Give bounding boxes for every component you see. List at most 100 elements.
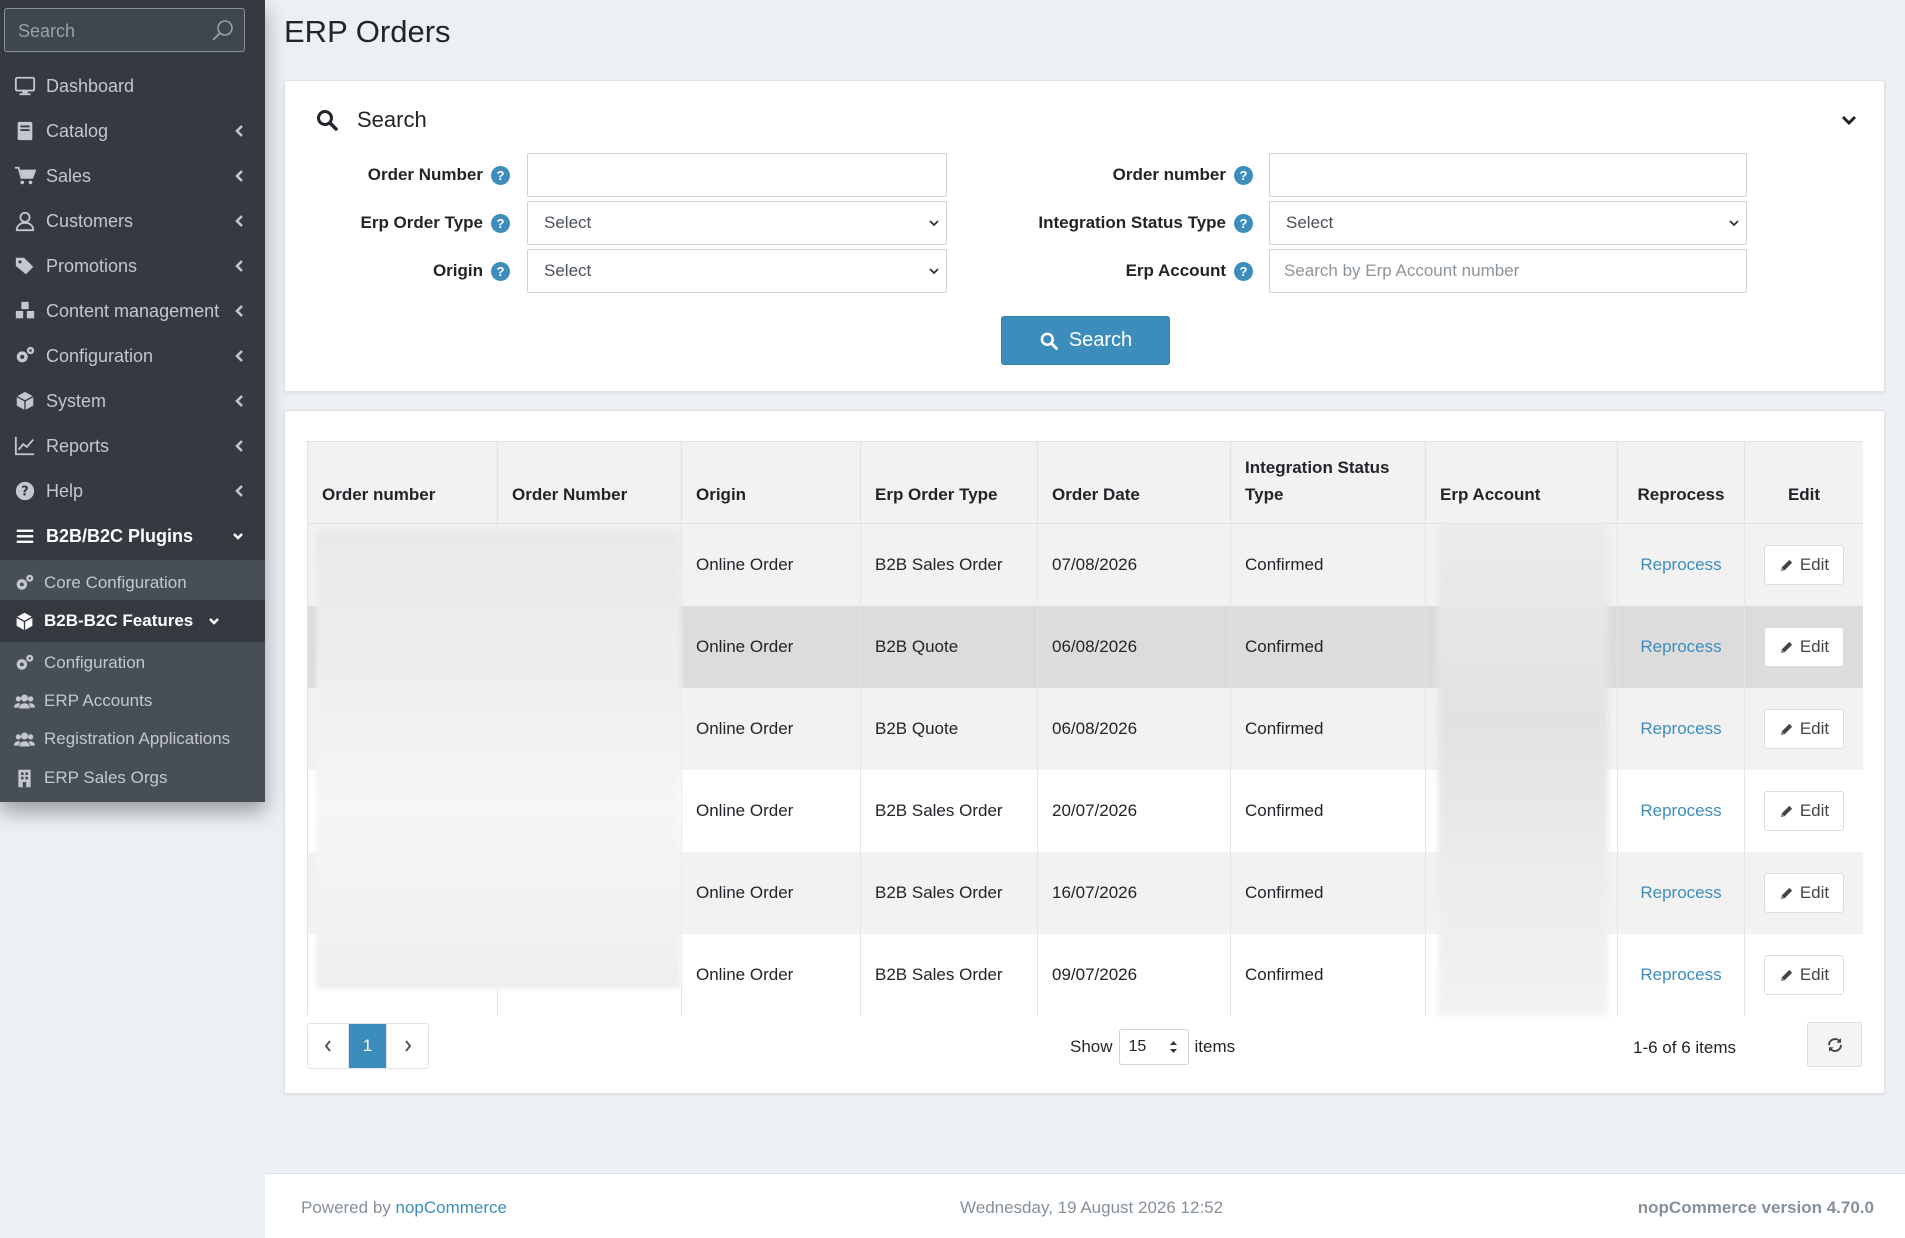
edit-button[interactable]: Edit	[1764, 627, 1844, 667]
column-header-origin[interactable]: Origin	[682, 442, 861, 524]
cube-icon	[11, 611, 37, 631]
page-size-select[interactable]: 15	[1118, 1029, 1189, 1065]
sidebar-subitem-configuration[interactable]: Configuration	[0, 644, 265, 682]
cell-order-date: 20/07/2026	[1038, 770, 1231, 852]
book-icon	[12, 120, 38, 142]
tags-icon	[12, 255, 38, 277]
chevron-left-icon	[235, 260, 243, 272]
sidebar-item-catalog[interactable]: Catalog	[0, 109, 265, 153]
help-icon[interactable]: ?	[1234, 213, 1253, 233]
cell-order-date: 06/08/2026	[1038, 688, 1231, 770]
sort-arrows-icon	[1169, 1041, 1177, 1053]
sidebar-item-label: Promotions	[46, 255, 138, 276]
sidebar-subitem-core-configuration[interactable]: Core Configuration	[0, 564, 265, 602]
edit-button-label: Edit	[1799, 719, 1830, 738]
help-icon[interactable]: ?	[1234, 261, 1253, 281]
monitor-icon	[12, 75, 38, 97]
reprocess-link[interactable]: Reprocess	[1640, 965, 1721, 985]
prev-page-button[interactable]	[308, 1024, 349, 1068]
edit-button[interactable]: Edit	[1764, 545, 1844, 585]
sidebar-item-customers[interactable]: Customers	[0, 199, 265, 243]
footer-datetime: Wednesday, 19 August 2026 12:52	[960, 1198, 1224, 1217]
edit-button[interactable]: Edit	[1764, 873, 1844, 913]
sidebar-item-promotions[interactable]: Promotions	[0, 244, 265, 288]
nopcommerce-link[interactable]: nopCommerce	[396, 1198, 508, 1217]
column-header-reprocess: Reprocess	[1618, 442, 1745, 524]
refresh-button[interactable]	[1807, 1022, 1862, 1067]
chevron-down-icon	[233, 533, 243, 540]
origin-select[interactable]: Select	[527, 249, 947, 293]
edit-button[interactable]: Edit	[1764, 791, 1844, 831]
column-header-erp-account[interactable]: Erp Account	[1426, 442, 1618, 524]
chevron-left-icon	[235, 305, 243, 317]
edit-button[interactable]: Edit	[1764, 709, 1844, 749]
reprocess-link[interactable]: Reprocess	[1640, 637, 1721, 657]
search-icon	[317, 110, 338, 131]
order-number-right-input[interactable]	[1269, 153, 1747, 197]
sidebar-subitem-erp-sales-orgs[interactable]: ERP Sales Orgs	[0, 759, 265, 797]
sidebar-item-content-management[interactable]: Content management	[0, 289, 265, 333]
search-icon[interactable]	[211, 18, 235, 42]
chevron-down-icon[interactable]	[1840, 111, 1858, 129]
cell-erp-order-type: B2B Quote	[861, 688, 1038, 770]
sidebar-item-b2b-plugins[interactable]: B2B/B2C Plugins	[0, 514, 265, 558]
help-icon[interactable]: ?	[491, 213, 510, 233]
sidebar-item-sales[interactable]: Sales	[0, 154, 265, 198]
cell-reprocess: Reprocess	[1618, 524, 1745, 606]
sidebar-subitem-erp-accounts[interactable]: ERP Accounts	[0, 682, 265, 720]
cell-reprocess: Reprocess	[1618, 770, 1745, 852]
sidebar-subitem-b2b-b2c-features[interactable]: B2B-B2C Features	[0, 600, 265, 642]
footer: Powered by nopCommerce Wednesday, 19 Aug…	[265, 1173, 1905, 1238]
sidebar-item-configuration[interactable]: Configuration	[0, 334, 265, 378]
sidebar-subitem-registration-applications[interactable]: Registration Applications	[0, 720, 265, 758]
column-header-erp-order-type[interactable]: Erp Order Type	[861, 442, 1038, 524]
sidebar-item-label: Catalog	[46, 120, 109, 141]
column-header-order-number-2[interactable]: Order Number	[498, 442, 682, 524]
cell-edit: Edit	[1745, 606, 1863, 688]
sidebar-item-reports[interactable]: Reports	[0, 424, 265, 468]
sidebar-subitem-label: Registration Applications	[44, 729, 231, 748]
cell-integration-status: Confirmed	[1231, 852, 1426, 934]
search-panel: Search Order Number? Erp Order Type? Sel…	[284, 80, 1885, 392]
page-button-1[interactable]: 1	[349, 1024, 387, 1068]
sidebar-item-system[interactable]: System	[0, 379, 265, 423]
search-panel-header[interactable]: Search	[315, 107, 427, 133]
table-header: Order number Order Number Origin Erp Ord…	[308, 442, 1863, 524]
column-header-order-date[interactable]: Order Date	[1038, 442, 1231, 524]
sidebar-search[interactable]: Search	[4, 8, 245, 52]
help-icon[interactable]: ?	[1234, 165, 1253, 185]
search-button[interactable]: Search	[1001, 316, 1170, 365]
integration-status-type-value: Select	[1286, 213, 1334, 232]
page-size-control: Show 15 items	[1070, 1029, 1235, 1065]
cell-integration-status: Confirmed	[1231, 688, 1426, 770]
order-number-input[interactable]	[527, 153, 947, 197]
cell-reprocess: Reprocess	[1618, 934, 1745, 1016]
users-icon	[11, 691, 37, 711]
reprocess-link[interactable]: Reprocess	[1640, 801, 1721, 821]
reprocess-link[interactable]: Reprocess	[1640, 555, 1721, 575]
integration-status-type-select[interactable]: Select	[1269, 201, 1747, 245]
sidebar-item-help[interactable]: ? Help	[0, 469, 265, 513]
redacted-order-numbers	[316, 530, 681, 989]
sidebar-subitem-label: B2B-B2C Features	[44, 611, 194, 630]
next-page-button[interactable]	[387, 1024, 428, 1068]
chevron-left-icon	[235, 485, 243, 497]
chevron-down-icon	[1729, 220, 1739, 227]
search-panel-title: Search	[357, 107, 427, 132]
reprocess-link[interactable]: Reprocess	[1640, 883, 1721, 903]
chevron-left-icon	[235, 440, 243, 452]
edit-button[interactable]: Edit	[1764, 955, 1844, 995]
erp-order-type-select[interactable]: Select	[527, 201, 947, 245]
sidebar-item-label: System	[46, 390, 107, 411]
erp-account-input[interactable]: Search by Erp Account number	[1269, 249, 1747, 293]
sidebar-item-dashboard[interactable]: Dashboard	[0, 64, 265, 108]
help-icon[interactable]: ?	[491, 261, 510, 281]
reprocess-link[interactable]: Reprocess	[1640, 719, 1721, 739]
sidebar-item-label: B2B/B2C Plugins	[46, 525, 194, 546]
column-header-order-number[interactable]: Order number	[308, 442, 498, 524]
pagination-info: 1-6 of 6 items	[1633, 1038, 1736, 1057]
help-icon[interactable]: ?	[491, 165, 510, 185]
cube-icon	[12, 390, 38, 412]
cell-order-date: 09/07/2026	[1038, 934, 1231, 1016]
column-header-integration-status-type[interactable]: Integration Status Type	[1231, 442, 1426, 524]
